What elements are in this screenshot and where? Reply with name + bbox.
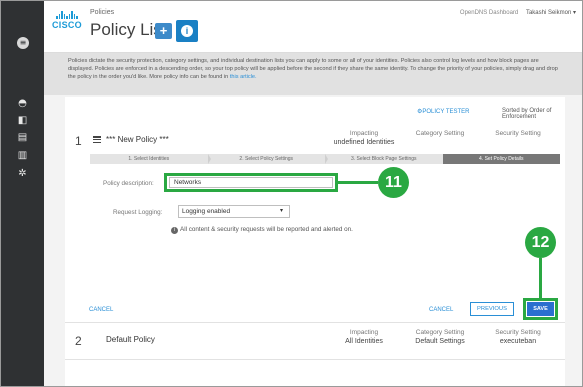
highlight-box	[164, 173, 338, 192]
menu-icon[interactable]: ≡	[17, 37, 29, 49]
caret-down-icon: ▾	[279, 208, 283, 214]
cancel-link[interactable]: CANCEL	[89, 307, 113, 313]
callout-badge-11: 11	[378, 167, 409, 198]
row-divider	[65, 322, 565, 323]
highlight-box	[523, 298, 558, 320]
policy-description-label: Policy description:	[103, 180, 154, 187]
callout-badge-12: 12	[525, 227, 556, 258]
logging-info-text: All content & security requests will be …	[180, 226, 353, 233]
policy-name: *** New Policy ***	[106, 135, 169, 144]
step-set-policy-details[interactable]: 4. Set Policy Details	[442, 154, 560, 164]
overview-icon[interactable]: ◓	[1, 98, 44, 110]
category-setting-value: Default Settings	[415, 338, 465, 345]
drag-handle-icon[interactable]	[93, 136, 101, 144]
step-select-identities[interactable]: 1. Select Identities	[90, 154, 211, 164]
row-divider	[65, 359, 565, 360]
impacting-value: undefined Identities	[333, 139, 395, 146]
callout-connector	[539, 258, 542, 298]
request-logging-select[interactable]: Logging enabled ▾	[178, 205, 290, 218]
callout-connector	[338, 181, 378, 184]
security-setting-value: executeban	[499, 338, 537, 345]
reporting-icon[interactable]: ▥	[1, 150, 44, 162]
policy-number: 2	[75, 334, 82, 348]
cancel-button[interactable]: CANCEL	[429, 307, 453, 313]
settings-icon[interactable]: ✲	[1, 168, 44, 180]
cisco-wordmark: CISCO	[51, 20, 82, 30]
policies-icon[interactable]: ▤	[1, 132, 44, 144]
breadcrumb[interactable]: Policies	[90, 9, 114, 16]
user-menu[interactable]: Takashi Seikmon ▾	[526, 10, 576, 16]
category-setting-label: Category Setting	[415, 130, 465, 137]
wizard-steps: 1. Select Identities 2. Select Policy Se…	[90, 154, 560, 164]
logging-info: i All content & security requests will be…	[171, 226, 353, 234]
policies-description: Policies dictate the security protection…	[44, 53, 582, 95]
impacting-value: All Identities	[345, 338, 383, 345]
article-link[interactable]: this article.	[230, 74, 257, 80]
description-text: Policies dictate the security protection…	[68, 58, 558, 80]
info-circle-icon: i	[171, 227, 178, 234]
impacting-label: Impacting	[349, 329, 379, 336]
product-name[interactable]: OpenDNS Dashboard	[460, 10, 518, 16]
page-header: CISCO Policies Policy List + i OpenDNS D…	[44, 1, 582, 53]
policy-tester-link[interactable]: ⚙POLICY TESTER	[417, 108, 470, 115]
add-policy-button[interactable]: +	[155, 23, 172, 39]
policy-name[interactable]: Default Policy	[106, 335, 155, 344]
previous-button[interactable]: PREVIOUS	[470, 302, 514, 316]
account-area: OpenDNS Dashboard Takashi Seikmon ▾	[460, 9, 576, 16]
left-nav-rail: ≡ ◓ ◧ ▤ ▥ ✲	[1, 1, 44, 386]
app-window: ≡ ◓ ◧ ▤ ▥ ✲ CISCO Policies Policy List +…	[0, 0, 583, 387]
category-setting-label: Category Setting	[415, 329, 465, 336]
security-setting-label: Security Setting	[495, 329, 541, 336]
policy-list-panel: ⚙POLICY TESTER Sorted by Order of Enforc…	[65, 97, 565, 386]
sort-label: Sorted by Order of Enforcement	[502, 108, 552, 120]
security-setting-label: Security Setting	[495, 130, 541, 137]
step-select-policy-settings[interactable]: 2. Select Policy Settings	[208, 154, 328, 164]
request-logging-value: Logging enabled	[182, 208, 231, 215]
info-button[interactable]: i	[176, 20, 198, 42]
policy-number: 1	[75, 134, 82, 148]
step-select-block-page-settings[interactable]: 3. Select Block Page Settings	[325, 154, 446, 164]
info-icon: i	[181, 25, 193, 37]
impacting-label: Impacting	[349, 130, 379, 137]
request-logging-label: Request Logging:	[113, 209, 163, 216]
deployments-icon[interactable]: ◧	[1, 115, 44, 127]
cisco-logo: CISCO	[50, 11, 84, 30]
